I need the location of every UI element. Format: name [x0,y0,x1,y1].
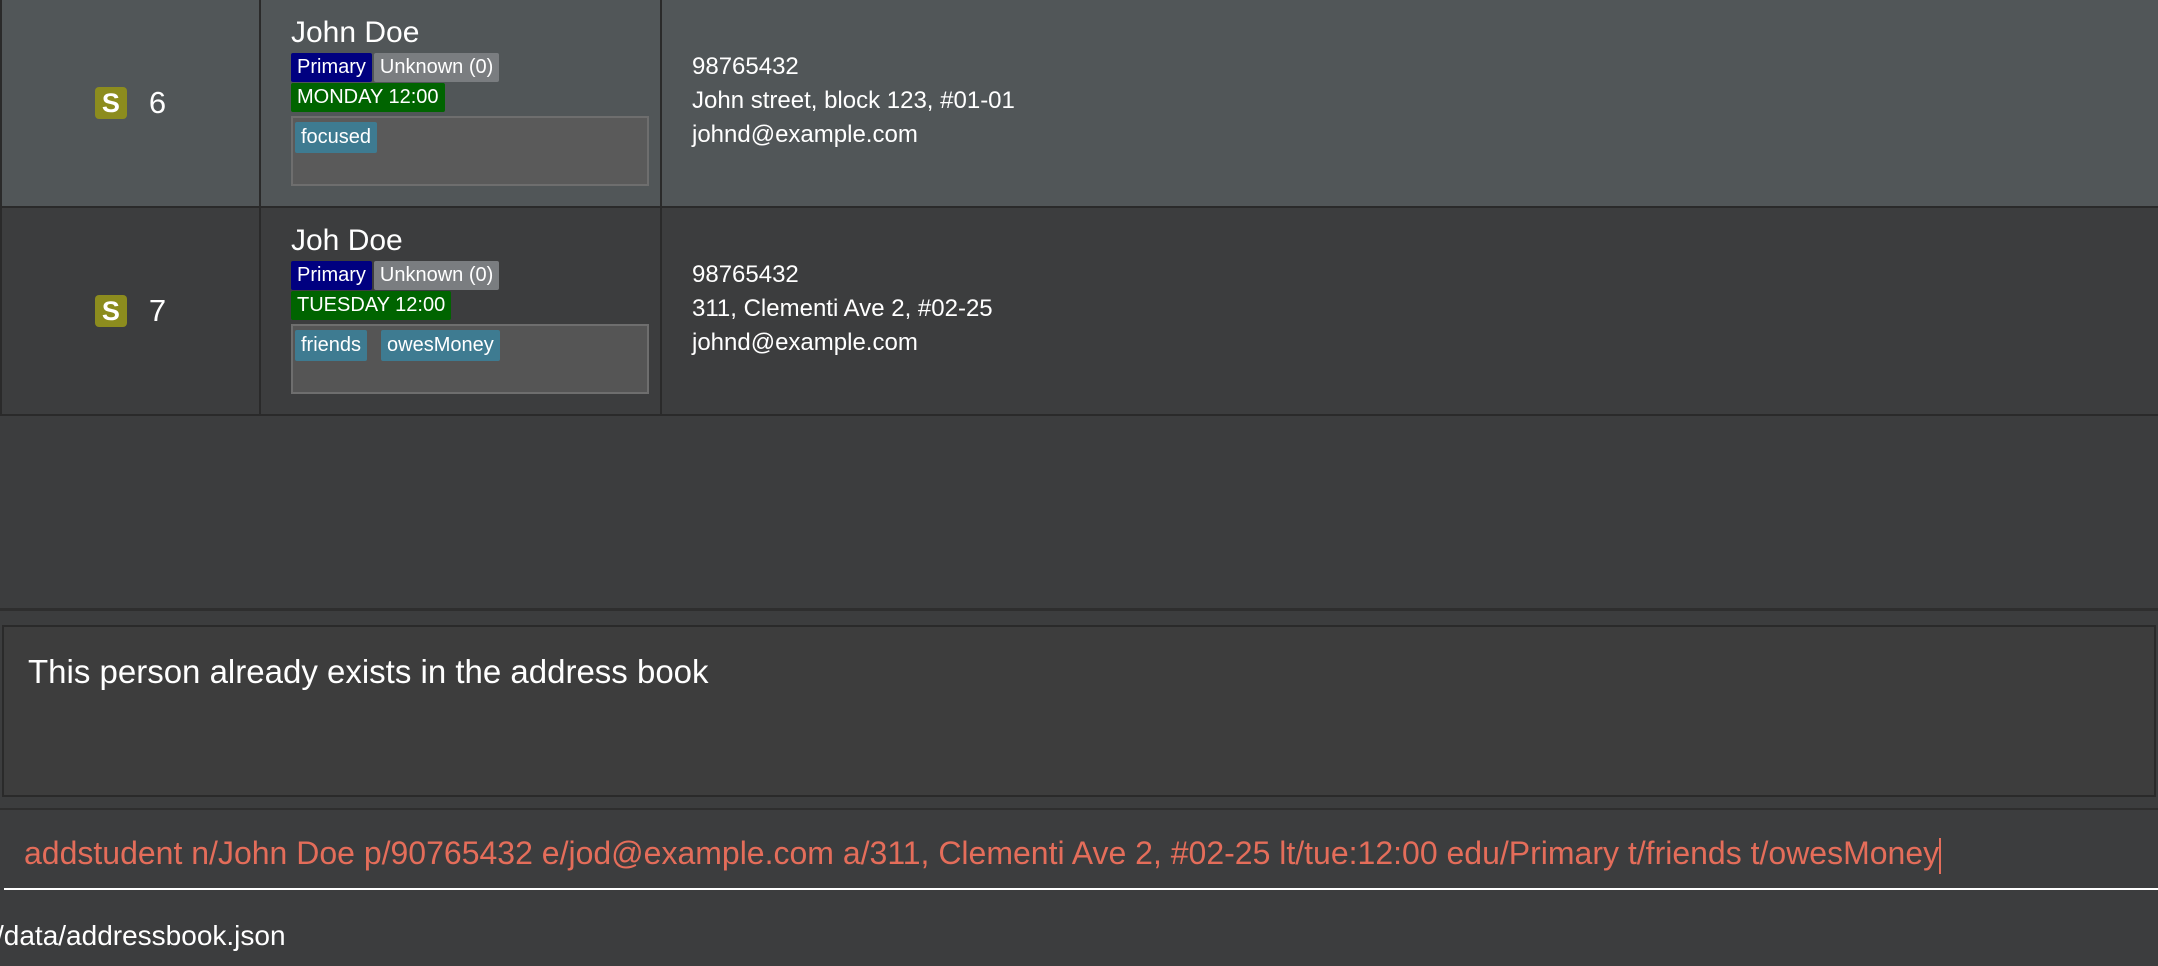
phone-text: 98765432 [692,261,799,288]
person-index: 6 [148,85,167,120]
index-cell: S 7 [0,208,261,414]
email-text: johnd@example.com [692,329,918,356]
lesson-time-tag: TUESDAY 12:00 [291,290,452,320]
result-message: This person already exists in the addres… [28,653,709,690]
tag-focused: focused [295,122,378,153]
phone-text: 98765432 [692,53,799,80]
grade-tag: Unknown (0) [373,260,500,290]
index-cell: S 6 [0,0,261,206]
tags-box: friends owesMoney [291,324,649,394]
address-text: John street, block 123, #01-01 [692,87,1015,114]
contact-info: 98765432 311, Clementi Ave 2, #02-25 joh… [662,208,2158,414]
save-location-path: /data/addressbook.json [0,920,286,951]
education-row: Primary Unknown (0) [291,52,660,82]
student-role-badge: S [94,295,127,327]
student-role-badge: S [94,87,127,119]
person-name: John Doe [291,16,420,49]
person-index: 7 [148,293,167,328]
person-details: Joh Doe Primary Unknown (0) TUESDAY 12:0… [261,208,662,414]
status-bar: /data/addressbook.json [0,904,2158,966]
tags-box: focused [291,116,649,186]
person-list[interactable]: S 6 John Doe Primary Unknown (0) MONDAY … [0,0,2158,608]
person-name: Joh Doe [291,224,403,257]
education-tag: Primary [291,52,372,82]
text-caret [1939,837,1942,874]
grade-tag: Unknown (0) [373,52,500,82]
tag-owes-money: owesMoney [381,330,500,361]
result-display[interactable]: This person already exists in the addres… [2,625,2156,797]
email-text: johnd@example.com [692,121,918,148]
lesson-time-tag: MONDAY 12:00 [291,82,445,112]
command-text: addstudent n/John Doe p/90765432 e/jod@e… [24,835,1940,871]
person-details: John Doe Primary Unknown (0) MONDAY 12:0… [261,0,662,206]
contact-info: 98765432 John street, block 123, #01-01 … [662,0,2158,206]
person-card[interactable]: S 7 Joh Doe Primary Unknown (0) TUESDAY … [0,208,2158,416]
education-tag: Primary [291,260,372,290]
command-box-pane: addstudent n/John Doe p/90765432 e/jod@e… [0,808,2158,900]
education-row: Primary Unknown (0) [291,260,660,290]
lesson-row: TUESDAY 12:00 [291,290,660,320]
result-display-pane: This person already exists in the addres… [0,608,2158,811]
person-card[interactable]: S 6 John Doe Primary Unknown (0) MONDAY … [0,0,2158,208]
address-text: 311, Clementi Ave 2, #02-25 [692,295,993,322]
command-input[interactable]: addstudent n/John Doe p/90765432 e/jod@e… [4,818,2158,890]
lesson-row: MONDAY 12:00 [291,82,660,112]
tag-friends: friends [295,330,368,361]
address-book-window: S 6 John Doe Primary Unknown (0) MONDAY … [0,0,2158,966]
